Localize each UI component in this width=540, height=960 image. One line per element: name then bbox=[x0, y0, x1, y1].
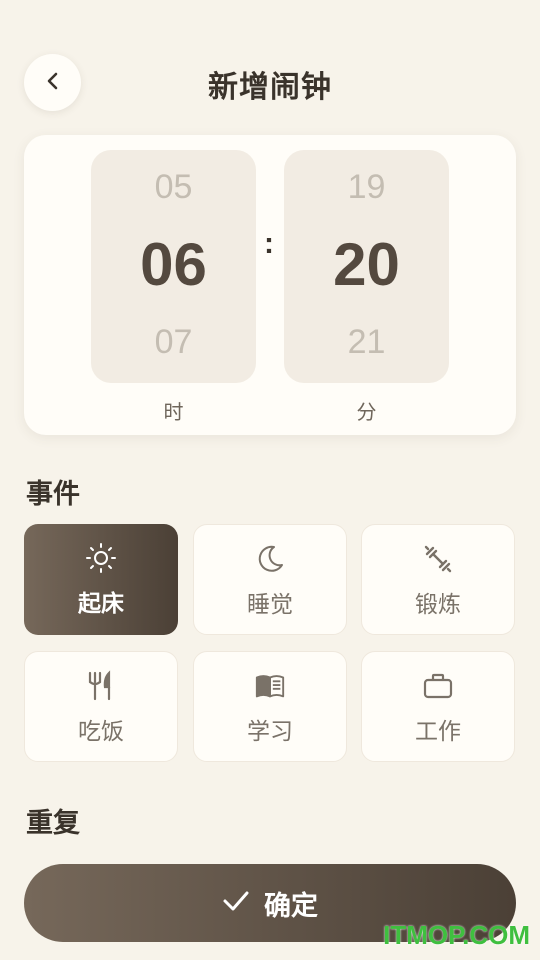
hour-next[interactable]: 07 bbox=[91, 323, 256, 362]
event-label: 工作 bbox=[415, 719, 461, 745]
time-picker-card: 05 06 07 时 : 19 20 21 分 bbox=[24, 135, 516, 435]
watermark: ITMOP.COM bbox=[383, 920, 530, 950]
hour-label: 时 bbox=[163, 400, 184, 424]
event-label: 睡觉 bbox=[247, 592, 293, 618]
repeat-section-title: 重复 bbox=[26, 808, 80, 839]
sun-icon bbox=[85, 542, 117, 574]
hour-wheel[interactable]: 05 06 07 bbox=[91, 150, 256, 383]
hour-current[interactable]: 06 bbox=[91, 230, 256, 299]
utensils-icon bbox=[85, 670, 117, 702]
dumbbell-icon bbox=[422, 543, 454, 575]
page-title: 新增闹钟 bbox=[208, 70, 332, 105]
time-separator: : bbox=[264, 227, 274, 260]
moon-icon bbox=[254, 543, 286, 575]
book-icon bbox=[254, 670, 286, 702]
event-label: 吃饭 bbox=[78, 719, 124, 745]
minute-current[interactable]: 20 bbox=[284, 230, 449, 299]
event-eat[interactable]: 吃饭 bbox=[24, 651, 178, 762]
minute-next[interactable]: 21 bbox=[284, 323, 449, 362]
minute-label: 分 bbox=[356, 400, 377, 424]
event-label: 锻炼 bbox=[415, 592, 461, 618]
event-label: 学习 bbox=[247, 719, 293, 745]
briefcase-icon bbox=[422, 670, 454, 702]
check-icon bbox=[222, 889, 250, 917]
event-wake-up[interactable]: 起床 bbox=[24, 524, 178, 635]
event-exercise[interactable]: 锻炼 bbox=[361, 524, 515, 635]
event-study[interactable]: 学习 bbox=[193, 651, 347, 762]
minute-prev[interactable]: 19 bbox=[284, 168, 449, 207]
confirm-label: 确定 bbox=[264, 890, 318, 922]
event-label: 起床 bbox=[78, 591, 124, 617]
event-work[interactable]: 工作 bbox=[361, 651, 515, 762]
events-section-title: 事件 bbox=[26, 479, 80, 510]
minute-wheel[interactable]: 19 20 21 bbox=[284, 150, 449, 383]
event-sleep[interactable]: 睡觉 bbox=[193, 524, 347, 635]
hour-prev[interactable]: 05 bbox=[91, 168, 256, 207]
